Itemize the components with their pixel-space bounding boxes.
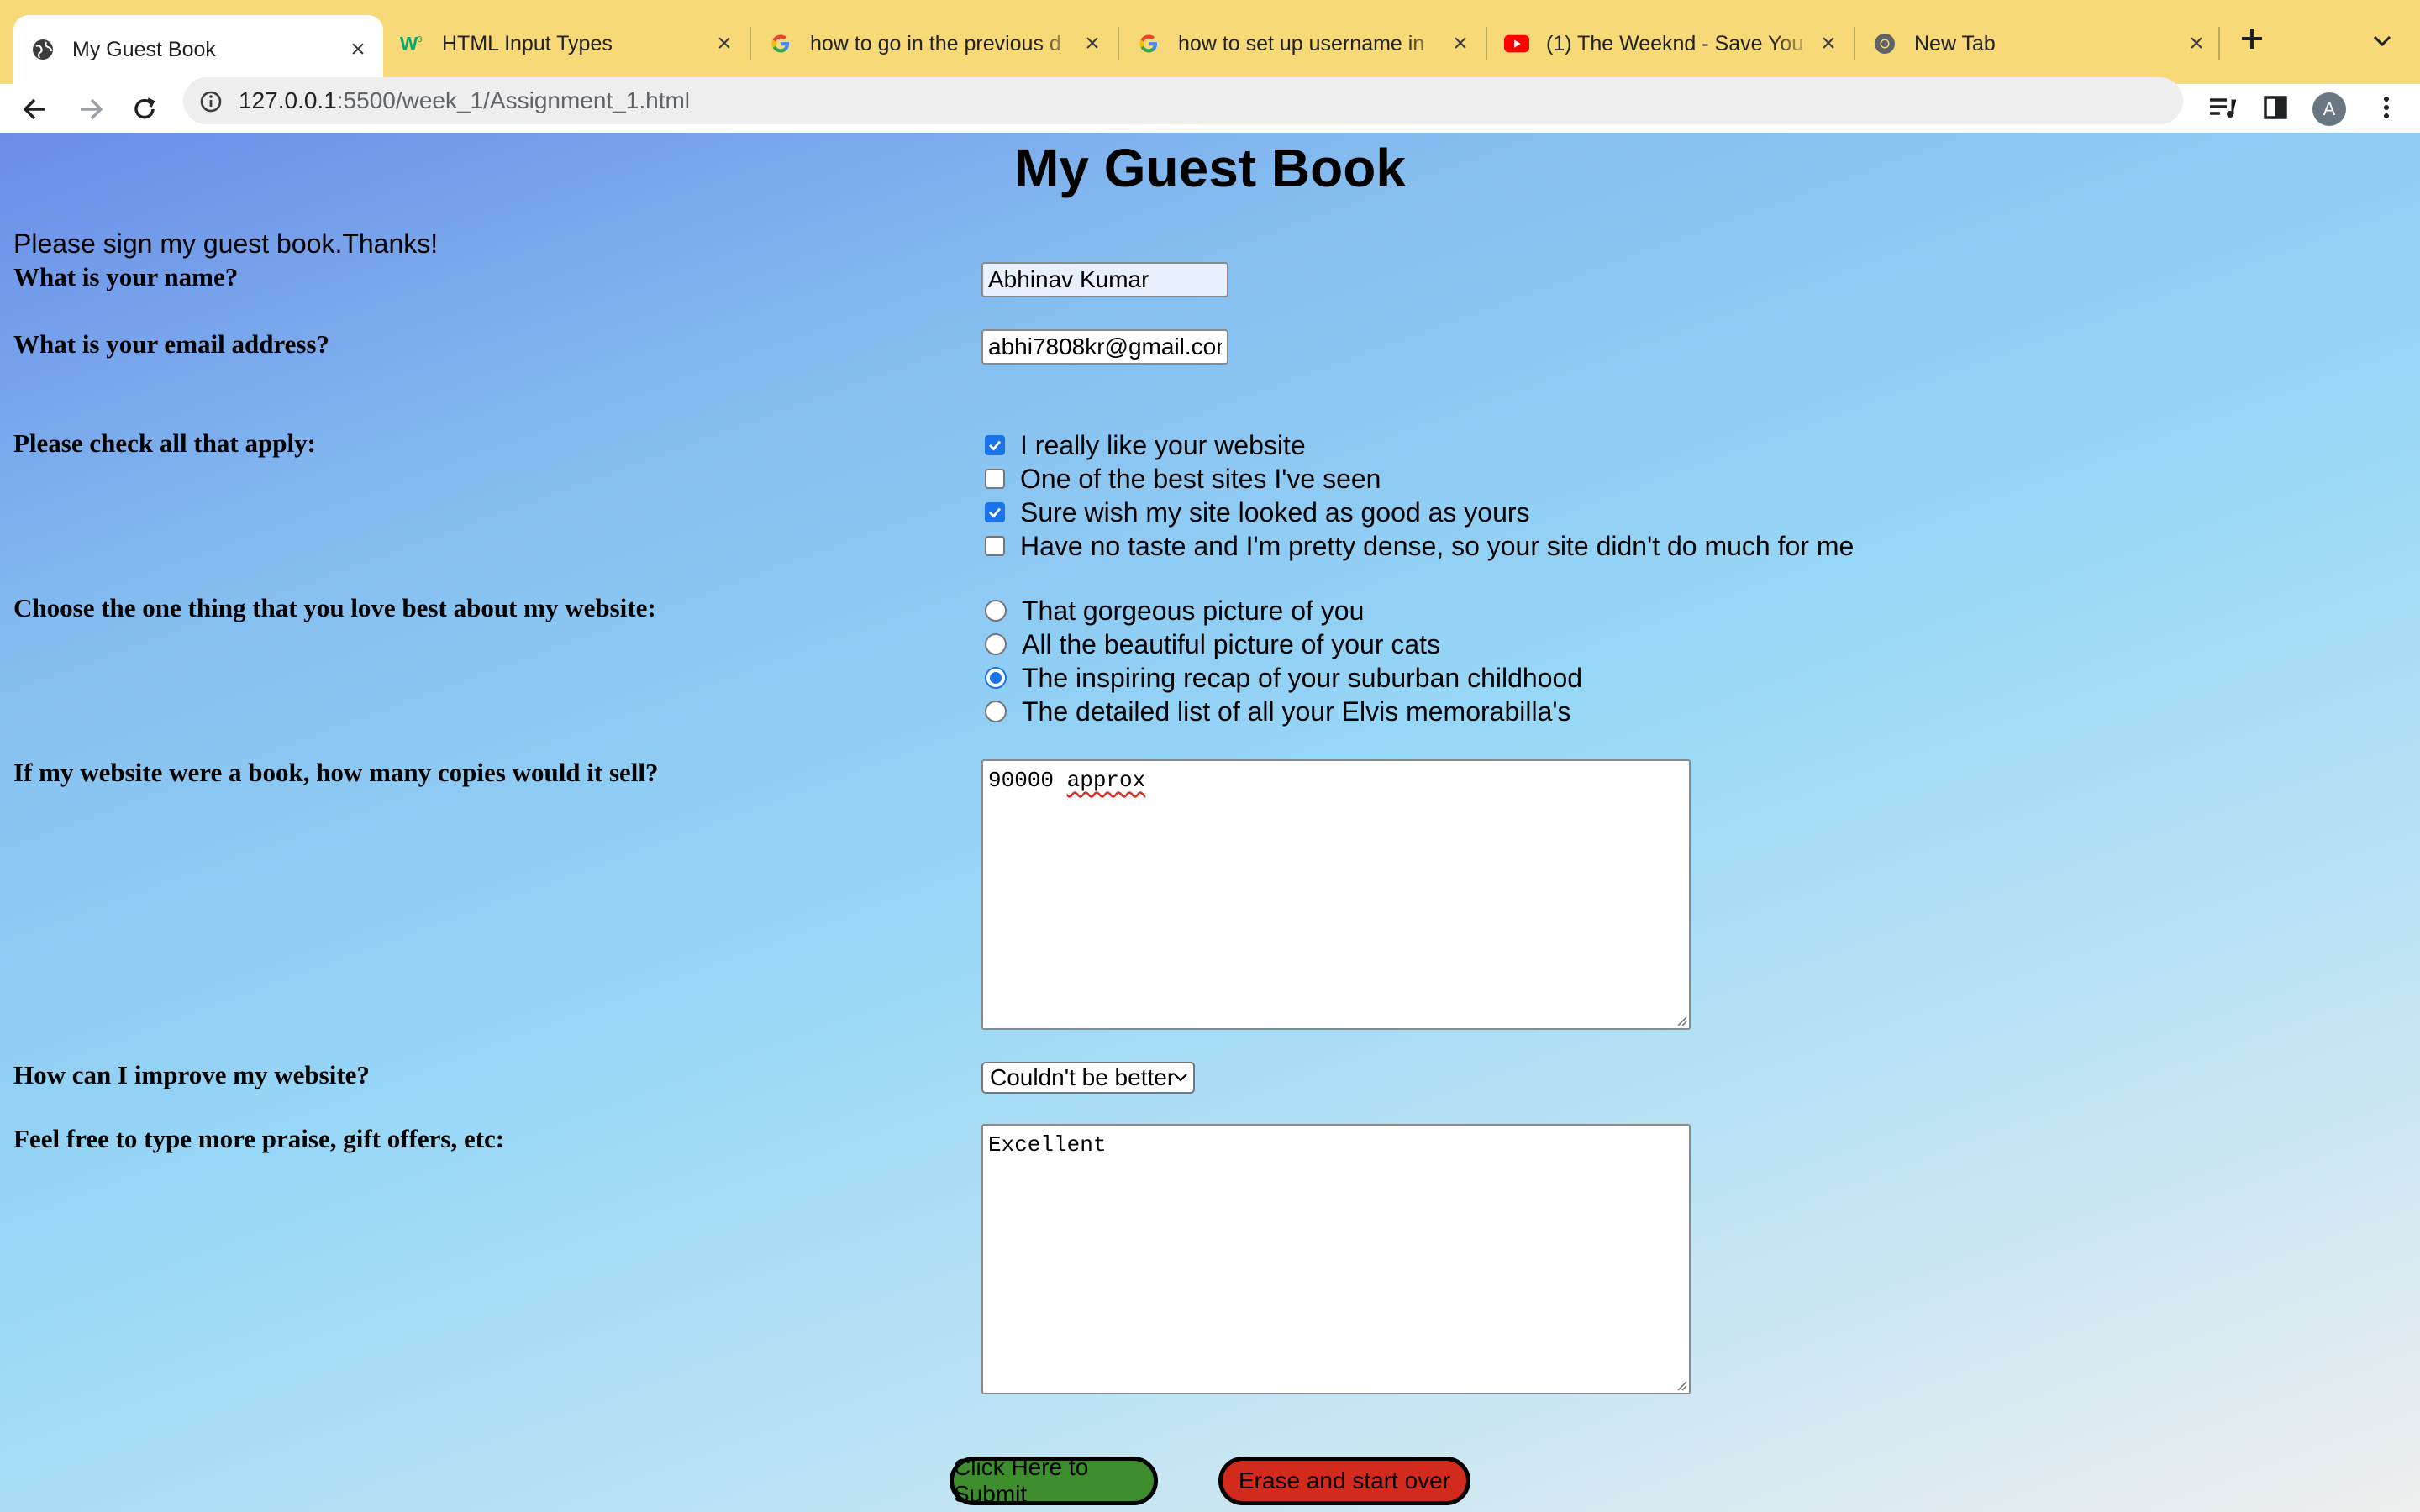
copies-value-word: approx (1066, 768, 1146, 793)
reload-icon[interactable] (128, 92, 161, 126)
tab-youtube[interactable]: (1) The Weeknd - Save You × (1487, 15, 1854, 72)
email-label: What is your email address? (13, 329, 330, 359)
checkbox-option[interactable]: I really like your website (985, 428, 1306, 462)
page-title: My Guest Book (1014, 138, 1406, 198)
close-tab-icon[interactable]: × (2181, 29, 2212, 59)
new-tab-icon[interactable] (2235, 22, 2269, 55)
forward-arrow-icon[interactable] (74, 92, 108, 126)
copies-label: If my website were a book, how many copi… (13, 758, 659, 787)
checkbox-unchecked[interactable] (985, 469, 1005, 489)
close-tab-icon[interactable]: × (1077, 29, 1107, 59)
back-arrow-icon[interactable] (18, 92, 52, 126)
chevron-down-icon (1174, 1074, 1187, 1082)
w3schools-icon: W3 (400, 31, 425, 56)
tab-separator (2218, 27, 2220, 60)
praise-value: Excellent (988, 1132, 1107, 1158)
tab-google-search-1[interactable]: how to go in the previous d × (751, 15, 1118, 72)
checkbox-option[interactable]: Sure wish my site looked as good as your… (985, 496, 1530, 529)
checkbox-unchecked[interactable] (985, 536, 1005, 556)
chevron-down-icon[interactable] (2370, 29, 2395, 54)
tab-my-guest-book[interactable]: My Guest Book × (13, 15, 383, 84)
improve-select[interactable]: Couldn't be better (981, 1062, 1195, 1094)
email-input[interactable] (981, 329, 1228, 365)
name-input[interactable] (981, 262, 1228, 297)
profile-avatar[interactable]: A (2312, 92, 2346, 126)
checkbox-option[interactable]: One of the best sites I've seen (985, 462, 1381, 496)
url-path: :5500/week_1/Assignment_1.html (336, 87, 691, 113)
tab-title: HTML Input Types (442, 31, 613, 55)
google-icon (768, 31, 793, 56)
svg-text:3: 3 (418, 35, 423, 45)
checkbox-option[interactable]: Have no taste and I'm pretty dense, so y… (985, 529, 1854, 563)
more-options-icon[interactable] (2370, 91, 2403, 124)
close-tab-icon[interactable]: × (1445, 29, 1476, 59)
improve-label: How can I improve my website? (13, 1060, 370, 1089)
globe-icon (30, 37, 55, 62)
radio-button-selected[interactable] (985, 667, 1007, 689)
side-panel-icon[interactable] (2259, 91, 2292, 124)
tab-strip: My Guest Book × W3 HTML Input Types × ho… (0, 0, 2420, 84)
tab-new-tab[interactable]: New Tab × (1855, 15, 2222, 72)
radio-label: The inspiring recap of your suburban chi… (1022, 662, 1583, 693)
radio-label: All the beautiful picture of your cats (1022, 628, 1441, 659)
checkbox-checked[interactable] (985, 502, 1005, 522)
favorite-thing-label: Choose the one thing that you love best … (13, 593, 656, 622)
url-text[interactable]: 127.0.0.1:5500/week_1/Assignment_1.html (239, 87, 690, 114)
praise-textarea[interactable]: Excellent (981, 1124, 1691, 1394)
radio-option[interactable]: All the beautiful picture of your cats (985, 627, 1440, 661)
close-tab-icon[interactable]: × (709, 29, 739, 59)
radio-button[interactable] (985, 701, 1007, 722)
check-all-label: Please check all that apply: (13, 428, 316, 458)
radio-option[interactable]: The inspiring recap of your suburban chi… (985, 661, 1582, 695)
radio-option[interactable]: That gorgeous picture of you (985, 594, 1364, 627)
radio-option[interactable]: The detailed list of all your Elvis memo… (985, 695, 1570, 728)
google-icon (1136, 31, 1161, 56)
name-label: What is your name? (13, 262, 239, 291)
youtube-icon (1504, 31, 1529, 56)
copies-value-number: 90000 (988, 768, 1055, 793)
praise-label: Feel free to type more praise, gift offe… (13, 1124, 505, 1153)
tab-title: how to go in the previous d (810, 31, 1061, 55)
checkbox-label: Sure wish my site looked as good as your… (1020, 496, 1530, 528)
chrome-icon (1872, 31, 1897, 56)
improve-selected-value: Couldn't be better (990, 1064, 1176, 1090)
guest-book-page: My Guest Book Please sign my guest book.… (0, 133, 2420, 1512)
radio-label: The detailed list of all your Elvis memo… (1022, 696, 1571, 727)
close-tab-icon[interactable]: × (343, 34, 373, 65)
radio-button[interactable] (985, 600, 1007, 622)
tab-title: how to set up username in (1178, 31, 1425, 55)
checkbox-label: Have no taste and I'm pretty dense, so y… (1020, 530, 1854, 561)
site-info-icon[interactable] (198, 89, 224, 114)
checkbox-checked[interactable] (985, 435, 1005, 455)
reset-button[interactable]: Erase and start over (1218, 1457, 1470, 1505)
resize-grip-icon[interactable] (1674, 1013, 1687, 1026)
resize-grip-icon[interactable] (1674, 1378, 1687, 1391)
intro-text: Please sign my guest book.Thanks! (13, 228, 439, 259)
tab-google-search-2[interactable]: how to set up username in × (1119, 15, 1486, 72)
checkbox-label: I really like your website (1020, 429, 1306, 460)
tab-title: (1) The Weeknd - Save You (1546, 31, 1804, 55)
tab-title: New Tab (1914, 31, 1996, 55)
radio-label: That gorgeous picture of you (1022, 595, 1365, 626)
submit-button[interactable]: Click Here to Submit (950, 1454, 1158, 1507)
copies-textarea[interactable]: 90000 approx (981, 759, 1691, 1030)
tab-title: My Guest Book (72, 37, 216, 61)
media-control-icon[interactable] (2205, 91, 2238, 124)
checkbox-label: One of the best sites I've seen (1020, 463, 1381, 494)
svg-text:W: W (400, 34, 418, 55)
close-tab-icon[interactable]: × (1813, 29, 1844, 59)
radio-button[interactable] (985, 633, 1007, 655)
tab-html-input-types[interactable]: W3 HTML Input Types × (383, 15, 750, 72)
url-host: 127.0.0.1 (239, 87, 337, 113)
